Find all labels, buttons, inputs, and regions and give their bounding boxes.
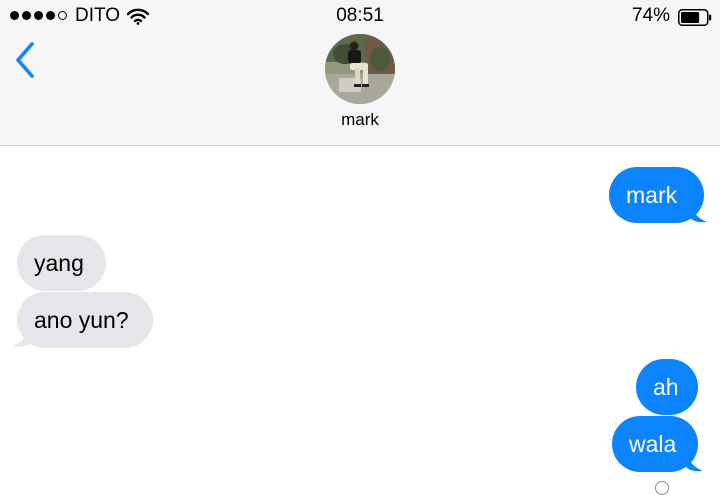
delivery-indicator-icon (655, 481, 669, 495)
contact-avatar[interactable] (325, 34, 395, 104)
sent-bubble-tail (688, 201, 707, 223)
message-bubble-sent[interactable]: ah (636, 359, 698, 415)
status-bar: DITO 08:51 74% (0, 0, 720, 34)
received-bubble-tail (12, 325, 34, 347)
back-chevron-icon[interactable] (10, 40, 42, 80)
conversation-header: DITO 08:51 74% mark (0, 0, 720, 146)
sent-bubble-tail (684, 450, 703, 472)
battery-percentage: 74% (631, 5, 670, 26)
battery-icon (678, 9, 712, 26)
avatar-photo (325, 34, 395, 104)
message-bubble-received[interactable]: ano yun? (17, 292, 153, 348)
status-time: 08:51 (336, 5, 384, 26)
contact-name[interactable]: mark (0, 110, 720, 130)
message-bubble-received[interactable]: yang (17, 235, 106, 291)
